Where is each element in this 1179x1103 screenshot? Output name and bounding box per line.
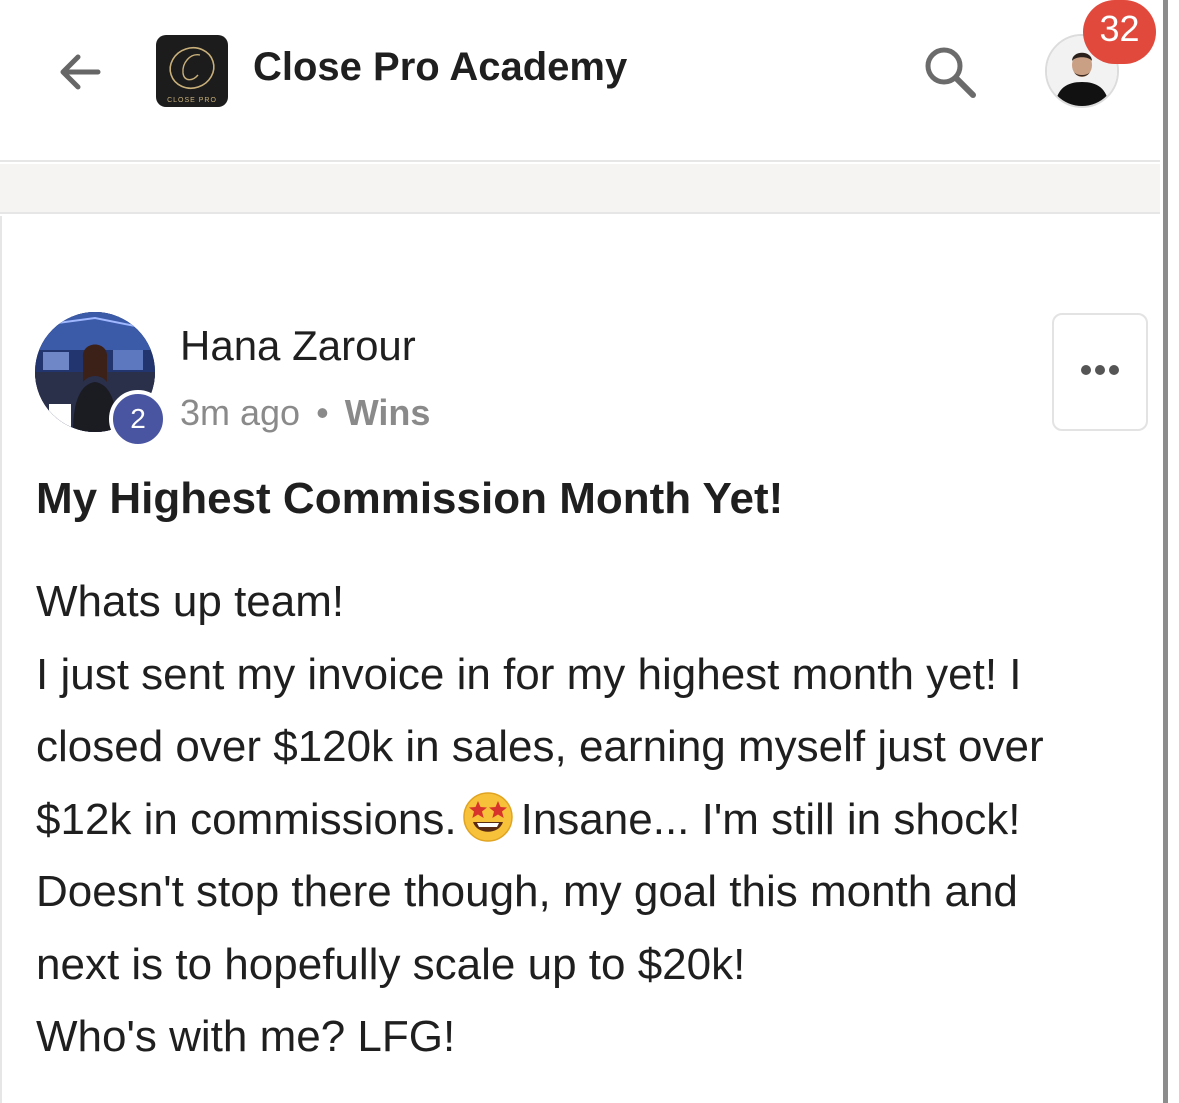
post-body-line: $12k in commissions. Insane... I'm still… (36, 784, 1146, 857)
post-body-line: next is to hopefully scale up to $20k! (36, 939, 746, 989)
more-options-button[interactable] (1052, 313, 1148, 431)
post-title[interactable]: My Highest Commission Month Yet! (36, 474, 783, 524)
post-category[interactable]: Wins (345, 392, 431, 433)
post-body: Whats up team! I just sent my invoice in… (36, 566, 1146, 1074)
section-divider-band (0, 164, 1160, 214)
post-body-text: Insane... I'm still in shock! (520, 794, 1021, 844)
page: CLOSE PRO Close Pro Academy 32 2 Hana Za… (0, 0, 1179, 1103)
author-name[interactable]: Hana Zarour (180, 322, 416, 370)
app-title[interactable]: Close Pro Academy (253, 45, 627, 90)
post-body-line: closed over $120k in sales, earning myse… (36, 722, 1044, 771)
notification-badge[interactable]: 32 (1083, 0, 1156, 64)
level-badge: 2 (109, 390, 167, 448)
post-body-text: $12k in commissions. (36, 794, 457, 844)
more-horizontal-icon (1054, 355, 1146, 391)
post-time: 3m ago (180, 392, 301, 433)
top-app-bar: CLOSE PRO Close Pro Academy 32 (0, 0, 1160, 162)
search-icon (925, 47, 976, 98)
scrollbar[interactable] (1160, 0, 1179, 1103)
post-meta: 3m ago • Wins (180, 392, 430, 434)
post-body-line: Whats up team! (36, 577, 345, 626)
post-body-line: Doesn't stop there though, my goal this … (36, 867, 1018, 916)
search-button[interactable] (918, 40, 982, 104)
logo-subtext: CLOSE PRO (167, 97, 217, 104)
community-logo[interactable]: CLOSE PRO (156, 35, 228, 107)
meta-separator: • (316, 392, 329, 433)
arrow-left-icon (60, 54, 101, 90)
back-button[interactable] (52, 44, 108, 100)
star-struck-emoji (461, 789, 515, 843)
post-body-line: I just sent my invoice in for my highest… (36, 649, 1022, 699)
post-body-line: Who's with me? LFG! (36, 1012, 456, 1061)
post-card: 2 Hana Zarour 3m ago • Wins My Highest C… (0, 216, 1160, 1103)
